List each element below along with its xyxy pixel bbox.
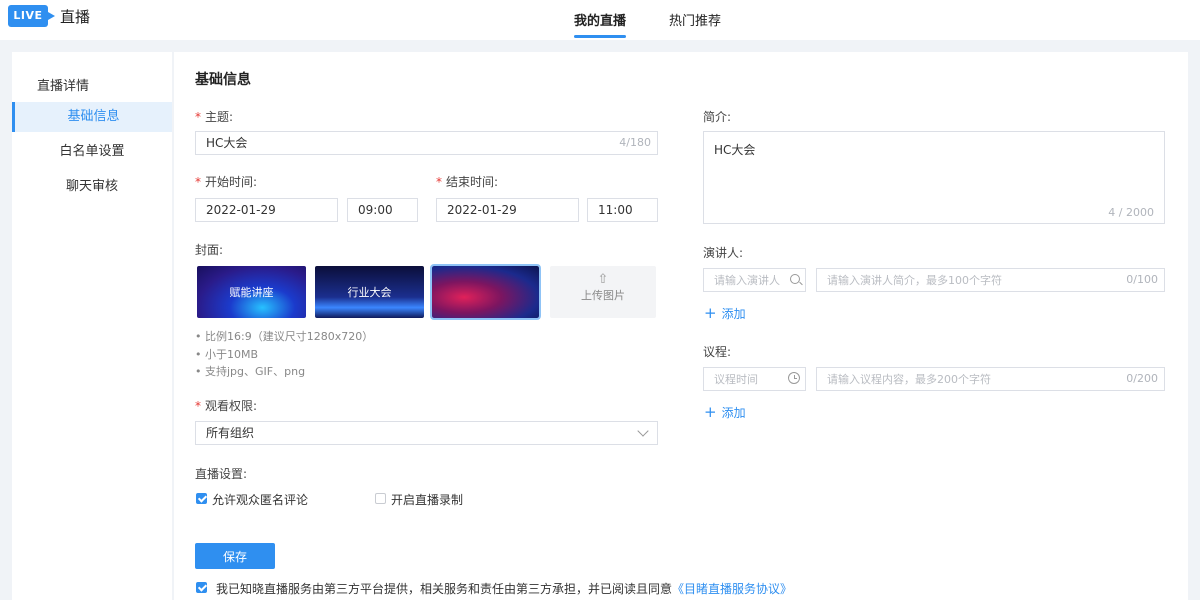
cover-image-1[interactable]: 赋能讲座	[197, 266, 306, 318]
app-title: 直播	[60, 8, 91, 26]
speaker-desc-counter: 0/100	[1126, 273, 1158, 286]
agenda-content-counter: 0/200	[1126, 372, 1158, 385]
cover-label: 封面:	[195, 243, 224, 257]
subject-counter: 4/180	[619, 136, 651, 149]
subject-input[interactable]: HC大会 4/180	[195, 131, 658, 155]
cover-image-3-selected[interactable]	[430, 264, 541, 320]
agreement-text: 我已知晓直播服务由第三方平台提供，相关服务和责任由第三方承担，并已阅读且同意《目…	[216, 582, 793, 596]
cover-hint-ratio: • 比例16:9（建议尺寸1280x720）	[195, 330, 374, 343]
live-settings-label: 直播设置:	[195, 467, 248, 481]
cover-image-2[interactable]: 行业大会	[315, 266, 424, 318]
end-date-input[interactable]: 2022-01-29	[436, 198, 579, 222]
live-recording-label: 开启直播录制	[391, 493, 464, 507]
sidebar-item-chat-review[interactable]: 聊天审核	[12, 172, 172, 202]
permission-select[interactable]: 所有组织	[195, 421, 658, 445]
start-date-input[interactable]: 2022-01-29	[195, 198, 338, 222]
add-agenda-button[interactable]: + 添加	[704, 403, 746, 421]
chevron-down-icon	[637, 425, 649, 437]
upload-image-button[interactable]: ⇧ 上传图片	[550, 266, 656, 318]
subject-label: * 主题:	[195, 110, 234, 124]
cover-hint-format: • 支持jpg、GIF、png	[195, 365, 306, 378]
tab-hot-recommend[interactable]: 热门推荐	[669, 10, 721, 29]
sidebar: 直播详情 基础信息 白名单设置 聊天审核	[12, 52, 172, 600]
tab-my-live[interactable]: 我的直播	[574, 10, 627, 38]
sidebar-title: 直播详情	[37, 79, 90, 94]
sidebar-item-whitelist[interactable]: 白名单设置	[12, 137, 172, 167]
speaker-name-input[interactable]: 请输入演讲人	[703, 268, 806, 292]
intro-textarea[interactable]: HC大会 4 / 2000	[703, 131, 1165, 224]
plus-icon: +	[704, 304, 717, 322]
clock-icon	[788, 372, 800, 384]
save-button[interactable]: 保存	[195, 543, 275, 569]
live-recording-checkbox[interactable]	[375, 493, 386, 504]
end-time-label: * 结束时间:	[436, 175, 499, 189]
add-speaker-button[interactable]: + 添加	[704, 304, 746, 322]
agreement-checkbox[interactable]	[196, 582, 207, 593]
anonymous-comment-checkbox[interactable]	[196, 493, 207, 504]
cover-image-1-text: 赋能讲座	[229, 286, 274, 299]
upload-icon: ⇧	[597, 272, 609, 287]
anonymous-comment-label: 允许观众匿名评论	[212, 493, 309, 507]
speaker-desc-input[interactable]: 请输入演讲人简介，最多100个字符 0/100	[816, 268, 1165, 292]
start-time-input[interactable]: 09:00	[347, 198, 418, 222]
main-panel: 基础信息 * 主题: HC大会 4/180 * 开始时间: 2022-01-29 0…	[174, 52, 1188, 600]
end-time-input[interactable]: 11:00	[587, 198, 658, 222]
start-time-label: * 开始时间:	[195, 175, 258, 189]
intro-label: 简介:	[703, 110, 732, 124]
section-title: 基础信息	[195, 72, 251, 88]
service-agreement-link[interactable]: 《目睹直播服务协议》	[672, 582, 792, 596]
permission-label: * 观看权限:	[195, 399, 258, 413]
speaker-label: 演讲人:	[703, 246, 744, 260]
intro-counter: 4 / 2000	[1108, 206, 1154, 219]
agenda-content-input[interactable]: 请输入议程内容，最多200个字符 0/200	[816, 367, 1165, 391]
cover-image-2-text: 行业大会	[347, 286, 392, 299]
agenda-time-input[interactable]: 议程时间	[703, 367, 806, 391]
plus-icon: +	[704, 403, 717, 421]
search-icon	[790, 274, 800, 284]
agenda-label: 议程:	[703, 345, 732, 359]
upload-label: 上传图片	[581, 289, 625, 302]
live-logo-icon: LIVE	[8, 5, 55, 27]
top-header: LIVE 直播 我的直播 热门推荐	[0, 0, 1200, 40]
cover-hint-size: • 小于10MB	[195, 348, 259, 361]
sidebar-item-basic-info[interactable]: 基础信息	[12, 102, 172, 132]
